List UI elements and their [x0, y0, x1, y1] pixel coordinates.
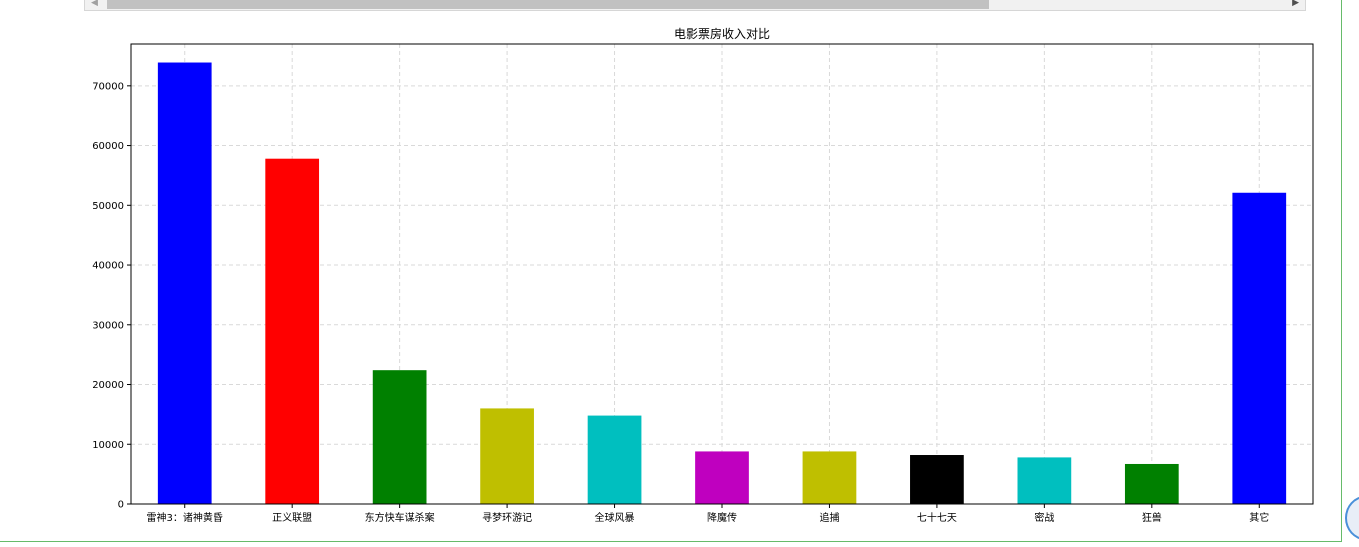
bar [1017, 457, 1072, 504]
bar [802, 451, 857, 504]
x-tick-label: 雷神3：诸神黄昏 [147, 511, 223, 524]
cell-border-bottom [0, 541, 1342, 542]
chart-title: 电影票房收入对比 [674, 26, 770, 41]
y-tick-label: 50000 [92, 201, 124, 212]
x-tick-label: 正义联盟 [272, 512, 312, 524]
bar [910, 455, 964, 504]
x-tick-label: 全球风暴 [595, 511, 635, 524]
x-axis-ticks: 雷神3：诸神黄昏 正义联盟 东方快车谋杀案 寻梦环游记 全球风暴 降魔传 追捕 七十七天 密战 狂… [147, 504, 1269, 524]
x-tick-label: 追捕 [819, 511, 839, 524]
x-tick-label: 东方快车谋杀案 [365, 511, 435, 524]
y-tick-label: 30000 [92, 320, 124, 331]
y-tick-label: 10000 [92, 440, 124, 451]
x-tick-label: 其它 [1249, 511, 1269, 524]
x-tick-label: 狂兽 [1142, 511, 1162, 524]
cell-border-right [1341, 0, 1342, 542]
notebook-output-frame: ◀ ▶ 0 10000 20000 30000 40000 50000 60000 70000… [0, 0, 1359, 547]
bar [1124, 463, 1179, 504]
y-tick-label: 60000 [92, 141, 124, 152]
x-tick-label: 降魔传 [707, 511, 737, 524]
bar [695, 451, 749, 504]
bar [587, 415, 642, 504]
bar [480, 408, 534, 504]
x-tick-label: 密战 [1034, 511, 1054, 524]
x-tick-label: 七十七天 [917, 511, 957, 524]
bar [265, 158, 320, 504]
bar [372, 370, 427, 504]
y-tick-label: 70000 [92, 81, 124, 92]
assistant-avatar-icon[interactable] [1345, 496, 1359, 540]
y-tick-label: 40000 [92, 261, 124, 272]
x-tick-label: 寻梦环游记 [482, 511, 532, 524]
y-tick-label: 20000 [92, 380, 124, 391]
bar [1232, 192, 1287, 505]
bar [157, 62, 212, 505]
bar-chart: 0 10000 20000 30000 40000 50000 60000 70000 雷神3… [92, 26, 1314, 524]
y-tick-label: 0 [118, 500, 124, 511]
y-axis-ticks: 0 10000 20000 30000 40000 50000 60000 70000 [92, 81, 131, 511]
